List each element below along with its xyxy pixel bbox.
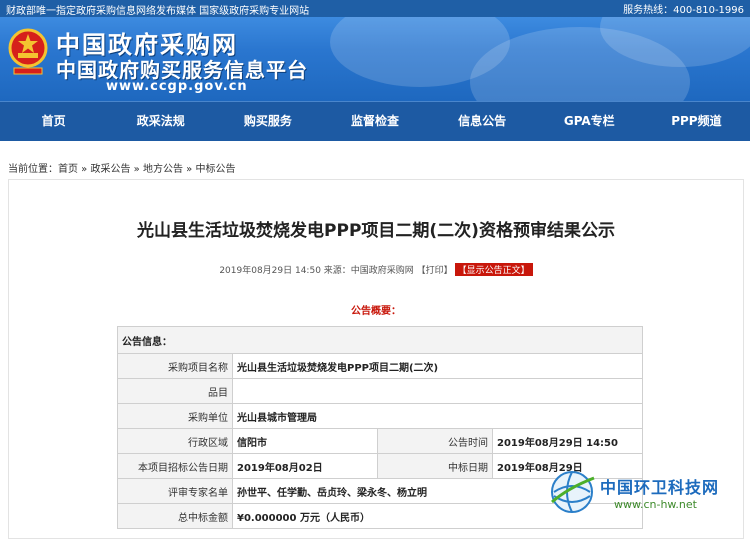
article-title: 光山县生活垃圾焚烧发电PPP项目二期(二次)资格预审结果公示 — [137, 221, 615, 241]
hotline-number: 400-810-1996 — [673, 5, 744, 16]
value-item — [232, 378, 643, 404]
watermark-url: www.cn-hw.net — [614, 498, 697, 511]
value-bid-date: 2019年08月02日 — [232, 453, 378, 479]
hotline-label: 服务热线： — [623, 5, 674, 16]
service-hotline: 服务热线：400-810-1996 — [623, 1, 744, 16]
table-header: 公告信息： — [117, 326, 643, 354]
label-pub-time: 公告时间 — [377, 428, 493, 454]
label-item: 品目 — [117, 378, 233, 404]
value-project-name: 光山县生活垃圾焚烧发电PPP项目二期(二次) — [232, 353, 643, 379]
table-row: 品目 — [117, 378, 643, 404]
label-region: 行政区域 — [117, 428, 233, 454]
label-experts: 评审专家名单 — [117, 478, 233, 504]
article-meta-text: 2019年08月29日 14:50 来源：中国政府采购网 【打印】 — [219, 266, 453, 276]
nav-purchase-services[interactable]: 购买服务 — [214, 102, 321, 141]
nav-regulations[interactable]: 政采法规 — [107, 102, 214, 141]
show-content-button[interactable]: 【显示公告正文】 — [454, 263, 533, 276]
site-url: www.ccgp.gov.cn — [106, 79, 248, 94]
table-row: 采购单位 光山县城市管理局 — [117, 403, 643, 429]
label-win-date: 中标日期 — [377, 453, 493, 479]
watermark: 中国环卫科技网 www.cn-hw.net — [548, 466, 748, 524]
national-emblem-icon — [8, 28, 48, 75]
table-row: 行政区域 信阳市 公告时间 2019年08月29日 14:50 — [117, 428, 643, 454]
breadcrumb-procurement[interactable]: 政采公告 — [90, 164, 130, 175]
article-meta: 2019年08月29日 14:50 来源：中国政府采购网 【打印】 【显示公告正文… — [9, 263, 743, 276]
table-row: 公告信息： — [117, 326, 643, 354]
main-nav: 首页 政采法规 购买服务 监督检查 信息公告 GPA专栏 PPP频道 — [0, 101, 750, 141]
label-bid-date: 本项目招标公告日期 — [117, 453, 233, 479]
breadcrumb: 当前位置：首页 » 政采公告 » 地方公告 » 中标公告 — [8, 160, 235, 175]
label-unit: 采购单位 — [117, 403, 233, 429]
breadcrumb-separator: » — [130, 164, 143, 175]
breadcrumb-prefix: 当前位置： — [8, 164, 58, 175]
nav-supervision[interactable]: 监督检查 — [321, 102, 428, 141]
breadcrumb-separator: » — [182, 164, 196, 175]
value-unit: 光山县城市管理局 — [232, 403, 643, 429]
nav-ppp[interactable]: PPP频道 — [643, 102, 750, 141]
site-header: 中国政府采购网 中国政府购买服务信息平台 www.ccgp.gov.cn — [0, 17, 750, 101]
top-info-bar: 财政部唯一指定政府采购信息网络发布媒体 国家级政府采购专业网站 服务热线：400… — [0, 0, 750, 17]
breadcrumb-home[interactable]: 首页 — [58, 164, 78, 175]
breadcrumb-separator: » — [78, 164, 91, 175]
label-amount: 总中标金额 — [117, 503, 233, 529]
watermark-cn-text: 中国环卫科技网 — [600, 478, 720, 497]
globe-logo-icon — [551, 471, 595, 513]
breadcrumb-award[interactable]: 中标公告 — [195, 164, 235, 175]
value-pub-time: 2019年08月29日 14:50 — [492, 428, 643, 454]
nav-gpa[interactable]: GPA专栏 — [536, 102, 643, 141]
breadcrumb-local[interactable]: 地方公告 — [143, 164, 183, 175]
summary-label: 公告概要： — [351, 306, 401, 317]
nav-announcements[interactable]: 信息公告 — [429, 102, 536, 141]
label-project-name: 采购项目名称 — [117, 353, 233, 379]
value-region: 信阳市 — [232, 428, 378, 454]
site-slogan: 财政部唯一指定政府采购信息网络发布媒体 国家级政府采购专业网站 — [6, 6, 310, 17]
nav-home[interactable]: 首页 — [0, 102, 107, 141]
table-row: 采购项目名称 光山县生活垃圾焚烧发电PPP项目二期(二次) — [117, 353, 643, 379]
